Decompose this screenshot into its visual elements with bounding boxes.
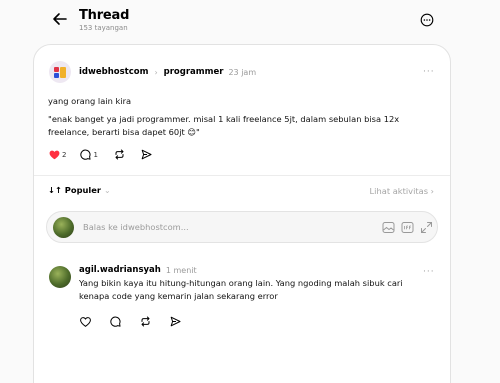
- comment-time: 1 menit: [165, 265, 197, 275]
- view-count: 153 tayangan: [79, 24, 128, 32]
- reply-count: 1: [93, 150, 98, 159]
- avatar[interactable]: [49, 61, 71, 83]
- like-count: 2: [62, 150, 67, 159]
- avatar: [53, 217, 74, 238]
- chevron-down-icon: ⌄: [103, 185, 111, 195]
- gif-icon[interactable]: [401, 221, 414, 234]
- topic-link[interactable]: programmer: [164, 67, 224, 77]
- repost-button[interactable]: [140, 316, 151, 327]
- thread-card: idwebhostcom › programmer 23 jam ··· yan…: [33, 44, 451, 383]
- comment-text: Yang bikin kaya itu hitung-hitungan oran…: [79, 278, 403, 301]
- like-button[interactable]: [80, 316, 91, 327]
- post-quote-line-1: "enak banget ya jadi programmer. misal 1…: [48, 114, 400, 124]
- comment-button[interactable]: 1: [80, 149, 98, 160]
- post-time: 23 jam: [228, 67, 257, 77]
- post-quote-line-2: freelance, berarti bisa dapet 60jt 😊": [48, 127, 200, 137]
- view-activity-link[interactable]: Lihat aktivitas ›: [370, 186, 434, 196]
- expand-icon[interactable]: [420, 221, 433, 234]
- repost-button[interactable]: [114, 149, 125, 160]
- comment-more-button[interactable]: ···: [423, 267, 435, 277]
- avatar[interactable]: [49, 266, 71, 288]
- comment-button[interactable]: [110, 316, 121, 327]
- comment-icon: [80, 149, 91, 160]
- like-button[interactable]: 2: [49, 150, 66, 160]
- comment-username[interactable]: agil.wadriansyah: [79, 265, 161, 275]
- back-arrow-icon[interactable]: [50, 9, 70, 29]
- share-icon: [141, 149, 152, 160]
- post-header: idwebhostcom › programmer 23 jam: [49, 61, 256, 83]
- post-username[interactable]: idwebhostcom: [79, 67, 148, 77]
- page-title: Thread: [79, 8, 130, 23]
- share-button[interactable]: [170, 316, 181, 327]
- heart-icon: [80, 316, 91, 327]
- post-actions: 2 1: [49, 149, 152, 160]
- repost-icon: [141, 316, 150, 327]
- repost-icon: [115, 149, 124, 160]
- reply-input[interactable]: Balas ke idwebhostcom...: [83, 222, 189, 232]
- heart-icon: [49, 150, 60, 159]
- post-more-button[interactable]: ···: [423, 67, 435, 77]
- image-icon[interactable]: [382, 221, 395, 234]
- share-button[interactable]: [141, 149, 152, 160]
- sort-label: ↓↑ Populer: [48, 185, 101, 195]
- share-icon: [170, 316, 181, 327]
- more-circle-icon[interactable]: [420, 13, 434, 27]
- chevron-right-icon: ›: [154, 67, 158, 77]
- sort-dropdown[interactable]: ↓↑ Populer ⌄: [48, 185, 111, 195]
- comment-icon: [110, 316, 121, 327]
- reply-composer[interactable]: Balas ke idwebhostcom...: [46, 211, 438, 243]
- post-text-line: yang orang lain kira: [48, 96, 132, 106]
- top-bar: Thread 153 tayangan: [0, 0, 500, 44]
- divider: [34, 175, 450, 176]
- comment-actions: [80, 316, 181, 327]
- comment-header: agil.wadriansyah 1 menit: [79, 265, 197, 275]
